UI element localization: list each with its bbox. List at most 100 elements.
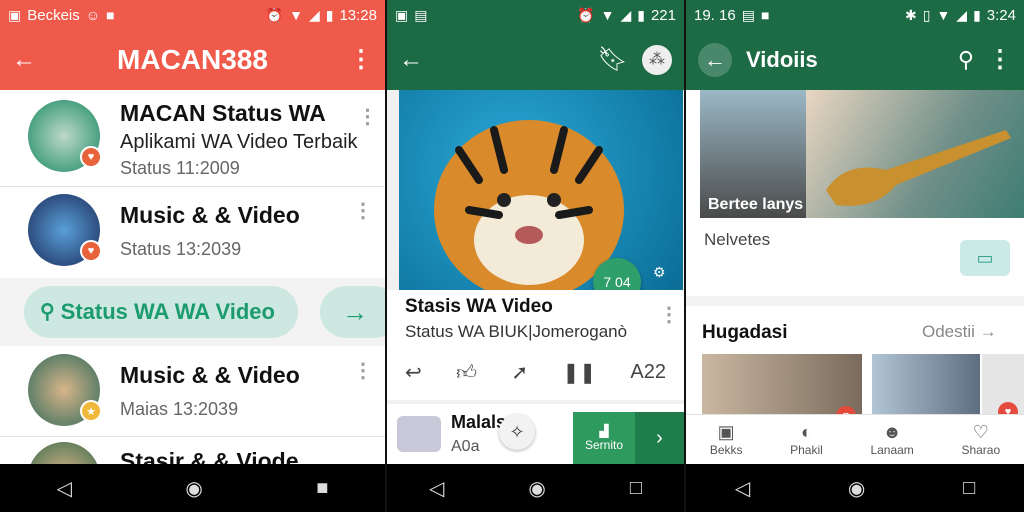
- list-item-meta: Status 13:2039: [120, 239, 242, 259]
- nav-label: Lanaam: [870, 442, 914, 457]
- bookmark-icon[interactable]: 🔖︎: [598, 48, 628, 72]
- badge-icon: ♥: [80, 146, 102, 168]
- green-action-button[interactable]: ▟ Sernito: [573, 412, 635, 464]
- briefcase-icon: ▣: [717, 421, 735, 442]
- status-left-text: 19. 16: [694, 6, 736, 24]
- reply-icon[interactable]: ↩: [405, 360, 422, 385]
- back-icon[interactable]: ◁: [57, 476, 72, 501]
- next-arrow-button[interactable]: ›: [635, 412, 684, 464]
- item-menu-icon[interactable]: ⋮: [353, 358, 373, 383]
- search-strip: ⚲ Status WA WA Video →: [0, 278, 385, 346]
- notification-icon: ■: [106, 7, 115, 23]
- back-arrow-icon[interactable]: ←: [399, 48, 423, 72]
- list-item[interactable]: ★ Music & & Video Maias 13:2039 ⋮: [0, 354, 385, 426]
- section-divider: [686, 296, 1024, 306]
- section-heading: Hugadasi: [702, 322, 788, 343]
- wifi-icon: ▼: [289, 7, 303, 23]
- list-item[interactable]: ♥ MACAN Status WA Aplikami WA Video Terb…: [0, 100, 385, 179]
- wifi-icon: ▼: [936, 7, 951, 23]
- guitar-image: [826, 130, 1011, 206]
- back-icon[interactable]: ◁: [429, 476, 444, 501]
- pause-icon[interactable]: ❚❚: [563, 360, 597, 385]
- bluetooth-icon: ✱: [904, 7, 917, 23]
- smile-icon: ☺: [85, 7, 101, 23]
- home-icon[interactable]: ◉: [848, 476, 865, 501]
- overflow-menu-icon[interactable]: ⋮: [988, 48, 1012, 72]
- nav-item-lanaam[interactable]: ☻ Lanaam: [870, 415, 913, 464]
- back-icon[interactable]: ◁: [735, 476, 750, 501]
- battery-icon: ▮: [637, 7, 645, 23]
- overflow-menu-icon[interactable]: ⋮: [349, 48, 373, 72]
- share-icon[interactable]: ⁂: [642, 45, 672, 75]
- video-thumbnail[interactable]: [806, 90, 1024, 218]
- avatar: [28, 442, 100, 464]
- heart-icon: ♡: [972, 421, 989, 442]
- battery-icon: ▮: [325, 7, 334, 23]
- section-link-label: Odestii: [922, 322, 975, 341]
- settings-icon[interactable]: ⚙: [653, 264, 666, 281]
- like-icon[interactable]: 👍︎: [456, 361, 477, 385]
- system-nav-bar: ◁ ◉ ■: [0, 464, 385, 512]
- compass-icon[interactable]: ✧: [499, 414, 535, 450]
- status-bar: 19. 16 ▤ ■ ✱ ▯ ▼ ◢ ▮ 3:24: [686, 0, 1024, 30]
- item-menu-icon[interactable]: ⋮: [358, 104, 378, 129]
- list-item[interactable]: ♥ Music & & Video Status 13:2039 ⋮: [0, 194, 385, 266]
- video-thumbnail[interactable]: [872, 354, 980, 416]
- search-label: Status WA WA Video: [60, 299, 275, 324]
- search-icon: ⚲: [40, 301, 55, 323]
- action-row: ↩ 👍︎ ➚ ❚❚ A22: [405, 360, 666, 385]
- chart-icon: ▟: [599, 424, 609, 438]
- status-bar: ▣ Beckeis ☺ ■ ⏰ ▼ ◢ ▮ 13:28: [0, 0, 385, 30]
- home-icon[interactable]: ◉: [185, 476, 202, 501]
- green-button-label: Sernito: [584, 438, 624, 452]
- list-item-title: Music & & Video: [120, 202, 300, 228]
- item-menu-icon[interactable]: ⋮: [353, 198, 373, 223]
- forward-arrow-button[interactable]: →: [320, 286, 385, 338]
- home-icon[interactable]: ◉: [528, 476, 545, 501]
- recents-icon[interactable]: □: [630, 477, 642, 500]
- list-item-meta: Status 11:2009: [120, 158, 240, 178]
- search-icon[interactable]: ⚲: [958, 49, 974, 71]
- nav-label: Phakil: [790, 442, 823, 457]
- back-arrow-icon[interactable]: ←: [698, 43, 732, 77]
- folder-icon[interactable]: ▭: [960, 240, 1010, 276]
- phone-screen-2: ▣ ▤ ⏰ ▼ ◢ ▮ 221 ← 🔖︎ ⁂ 7 04 ⚙ Stasis WA …: [387, 0, 684, 464]
- avatar: ★: [28, 354, 102, 426]
- nav-item-bekks[interactable]: ▣ Bekks: [710, 415, 743, 464]
- divider: [0, 436, 385, 437]
- search-pill[interactable]: ⚲ Status WA WA Video: [24, 286, 298, 338]
- video-thumbnail[interactable]: [702, 354, 862, 416]
- card-menu-icon[interactable]: ⋮: [659, 302, 679, 327]
- section-link[interactable]: Odestii →: [922, 322, 997, 342]
- nav-item-sharao[interactable]: ♡ Sharao: [961, 415, 1000, 464]
- avatar: ♥: [28, 194, 102, 266]
- list-item-thumbnail: [397, 416, 441, 452]
- signal-icon: ◢: [956, 7, 968, 23]
- nav-item-phakil[interactable]: ◐ Phakil: [790, 415, 823, 464]
- divider: [0, 186, 385, 187]
- app-bar: ← 🔖︎ ⁂: [387, 30, 684, 90]
- notification-icon: ■: [760, 7, 770, 23]
- list-item-subtitle: Aplikami WA Video Terbaik: [120, 131, 358, 153]
- share-arrow-icon[interactable]: ➚: [511, 360, 528, 385]
- status-time: 13:28: [339, 6, 377, 24]
- recents-icon[interactable]: □: [963, 477, 975, 500]
- recents-icon[interactable]: ■: [316, 477, 328, 500]
- system-nav-bar: ◁ ◉ □: [387, 464, 684, 512]
- nav-label: Bekks: [709, 442, 743, 457]
- app-bar: ← MACAN388 ⋮: [0, 30, 385, 90]
- signal-icon: ◢: [308, 7, 320, 23]
- alarm-icon: ⏰: [577, 7, 595, 23]
- list-item[interactable]: Malals A0a ✧ ▟ Sernito ›: [387, 404, 684, 464]
- status-time: 3:24: [986, 6, 1016, 24]
- back-arrow-icon[interactable]: ←: [12, 48, 36, 72]
- app-title: Vidoiis: [746, 47, 818, 72]
- tiger-image: [434, 120, 624, 300]
- app-notification-icon: ▣: [8, 7, 22, 23]
- app-notification-icon: ▣: [395, 7, 409, 23]
- video-thumbnail[interactable]: [399, 90, 683, 300]
- bottom-nav: ▣ Bekks ◐ Phakil ☻ Lanaam ♡ Sharao: [686, 414, 1024, 464]
- list-item[interactable]: Stasir & & Viode: [0, 442, 385, 464]
- list-item-title: Music & & Video: [120, 362, 300, 388]
- list-item-title: MACAN Status WA: [120, 100, 326, 126]
